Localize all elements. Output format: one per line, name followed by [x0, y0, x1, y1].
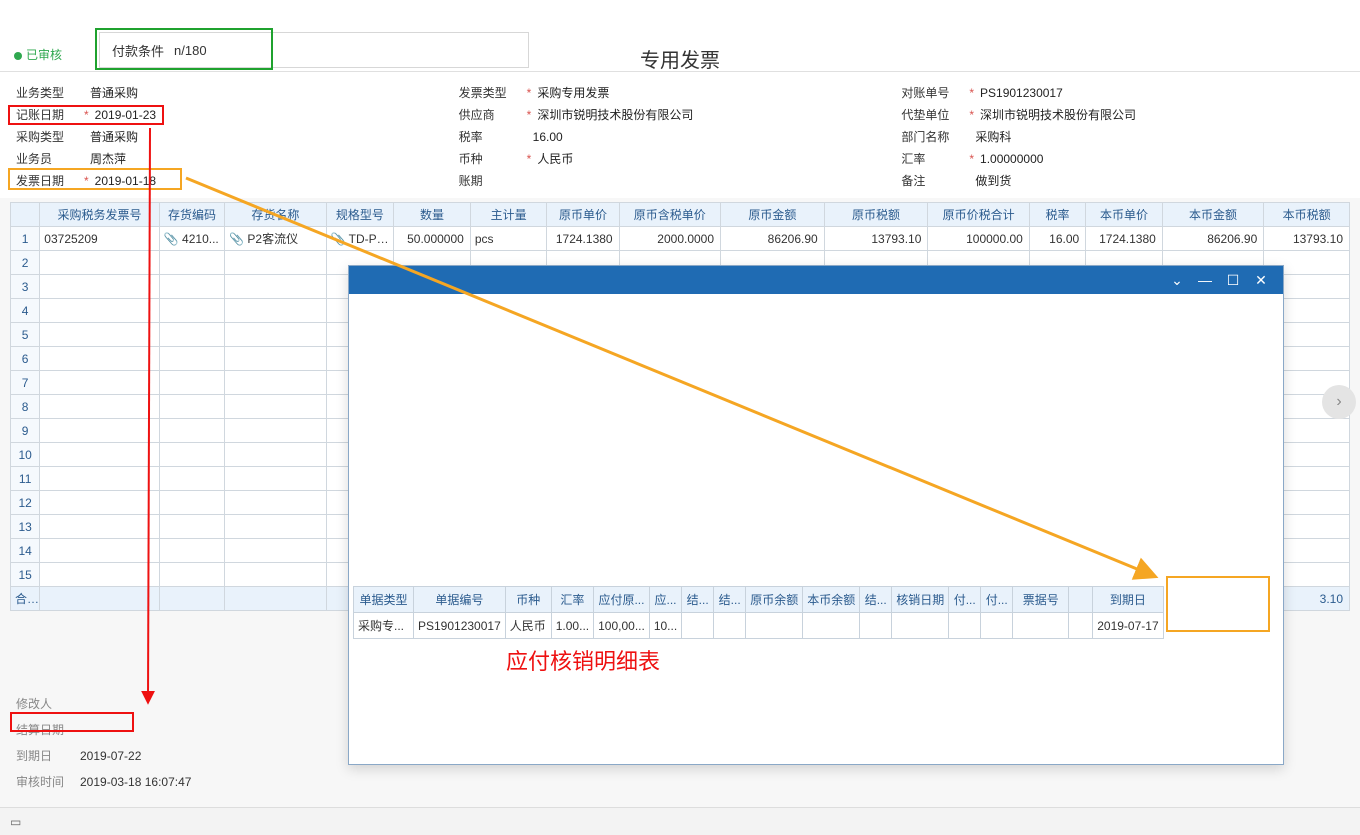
popup-col-header[interactable]: 汇率: [551, 587, 593, 613]
form-field-记账日期[interactable]: 记账日期*2019-01-23: [16, 104, 459, 126]
form-field-对账单号[interactable]: 对账单号*PS1901230017: [901, 82, 1344, 104]
popup-col-header[interactable]: 结...: [860, 587, 892, 613]
popup-maximize-button[interactable]: ☐: [1219, 272, 1247, 289]
popup-col-header[interactable]: 单据编号: [414, 587, 506, 613]
popup-col-header[interactable]: 本币余额: [803, 587, 860, 613]
form-field-业务类型[interactable]: 业务类型普通采购: [16, 82, 459, 104]
due-date-label: 到期日: [16, 743, 76, 769]
col-header[interactable]: 原币金额: [721, 203, 825, 227]
table-row[interactable]: 103725209📎 4210...📎 P2客流仪📎 TD-P2,...50.0…: [11, 227, 1350, 251]
page-title: 专用发票: [640, 44, 720, 73]
statusbar: ▭: [0, 807, 1360, 835]
popup-col-header[interactable]: 到期日: [1093, 587, 1163, 613]
popup-col-header[interactable]: 单据类型: [354, 587, 414, 613]
form-field-采购类型[interactable]: 采购类型普通采购: [16, 126, 459, 148]
form-field-供应商[interactable]: 供应商*深圳市锐明技术股份有限公司: [459, 104, 902, 126]
form-field-备注[interactable]: 备注做到货: [901, 170, 1344, 192]
popup-col-header[interactable]: 付...: [981, 587, 1013, 613]
col-header[interactable]: 采购税务发票号: [40, 203, 159, 227]
form-field-发票类型[interactable]: 发票类型*采购专用发票: [459, 82, 902, 104]
form-field-税率[interactable]: 税率16.00: [459, 126, 902, 148]
popup-col-header[interactable]: 结...: [682, 587, 714, 613]
popup-col-header[interactable]: [1069, 587, 1093, 613]
writeoff-popup[interactable]: ⌄ — ☐ ✕ 单据类型单据编号币种汇率应付原...应...结...结...原币…: [348, 265, 1284, 765]
col-header[interactable]: 原币价税合计: [928, 203, 1029, 227]
status-audited: 已审核: [14, 46, 62, 63]
col-header[interactable]: [11, 203, 40, 227]
col-header[interactable]: 原币税额: [824, 203, 928, 227]
pay-term-label: 付款条件: [112, 41, 164, 60]
footer-info: 修改人 结算日期 到期日2019-07-22 审核时间2019-03-18 16…: [16, 691, 191, 795]
popup-col-header[interactable]: 票据号: [1013, 587, 1069, 613]
form-area: 业务类型普通采购记账日期*2019-01-23采购类型普通采购业务员周杰萍发票日…: [0, 72, 1360, 198]
popup-titlebar[interactable]: ⌄ — ☐ ✕: [349, 266, 1283, 294]
popup-minimize-button[interactable]: —: [1191, 272, 1219, 288]
pay-term-value: n/180: [174, 43, 207, 58]
col-header[interactable]: 本币单价: [1086, 203, 1163, 227]
col-header[interactable]: 原币含税单价: [619, 203, 720, 227]
col-header[interactable]: 主计量: [470, 203, 547, 227]
pay-term-field[interactable]: 付款条件 n/180: [99, 32, 529, 68]
col-header[interactable]: 规格型号: [326, 203, 394, 227]
col-header[interactable]: 本币税额: [1264, 203, 1350, 227]
popup-col-header[interactable]: 结...: [714, 587, 746, 613]
col-header[interactable]: 数量: [394, 203, 471, 227]
col-header[interactable]: 存货编码: [159, 203, 224, 227]
popup-col-header[interactable]: 应...: [649, 587, 681, 613]
col-header[interactable]: 本币金额: [1162, 203, 1263, 227]
form-field-代垫单位[interactable]: 代垫单位*深圳市锐明技术股份有限公司: [901, 104, 1344, 126]
popup-col-header[interactable]: 应付原...: [594, 587, 650, 613]
popup-col-header[interactable]: 核销日期: [892, 587, 949, 613]
popup-col-header[interactable]: 付...: [949, 587, 981, 613]
form-field-汇率[interactable]: 汇率*1.00000000: [901, 148, 1344, 170]
status-dot-icon: [14, 52, 22, 60]
popup-close-button[interactable]: ✕: [1247, 272, 1275, 289]
scroll-right-button[interactable]: ›: [1322, 385, 1356, 419]
col-header[interactable]: 原币单价: [547, 203, 619, 227]
popup-col-header[interactable]: 币种: [505, 587, 551, 613]
popup-dropdown-button[interactable]: ⌄: [1163, 272, 1191, 289]
form-field-部门名称[interactable]: 部门名称采购科: [901, 126, 1344, 148]
popup-grid[interactable]: 单据类型单据编号币种汇率应付原...应...结...结...原币余额本币余额结.…: [353, 586, 1164, 639]
col-header[interactable]: 存货名称: [225, 203, 326, 227]
form-field-币种[interactable]: 币种*人民币: [459, 148, 902, 170]
statusbar-icon: ▭: [10, 815, 21, 829]
popup-col-header[interactable]: 原币余额: [746, 587, 803, 613]
form-field-发票日期[interactable]: 发票日期*2019-01-18: [16, 170, 459, 192]
form-field-业务员[interactable]: 业务员周杰萍: [16, 148, 459, 170]
due-date-value: 2019-07-22: [80, 743, 141, 769]
col-header[interactable]: 税率: [1029, 203, 1085, 227]
form-field-账期[interactable]: 账期: [459, 170, 902, 192]
popup-row[interactable]: 采购专...PS1901230017人民币1.00...100,00...10.…: [354, 613, 1164, 639]
